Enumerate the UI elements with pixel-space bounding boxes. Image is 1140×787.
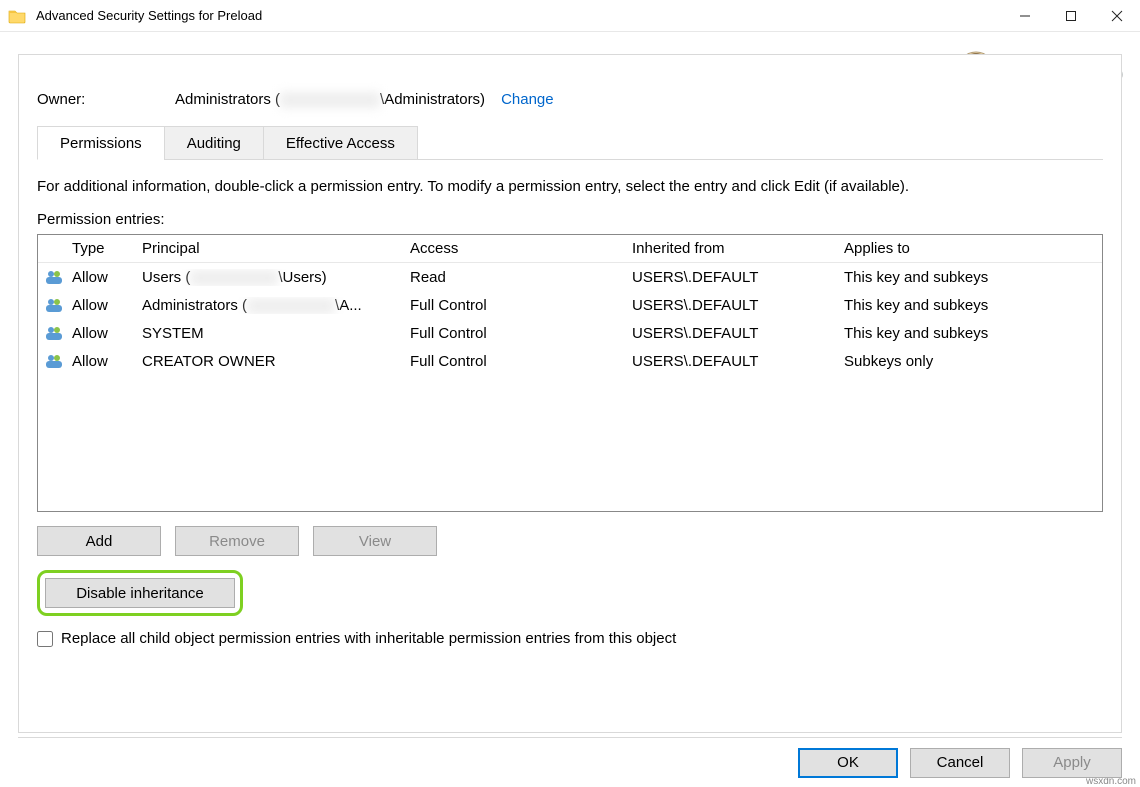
title-bar: Advanced Security Settings for Preload	[0, 0, 1140, 32]
tab-permissions[interactable]: Permissions	[37, 126, 165, 160]
redacted-text	[280, 92, 380, 108]
permission-entries-table[interactable]: Type Principal Access Inherited from App…	[37, 234, 1103, 512]
cancel-button[interactable]: Cancel	[910, 748, 1010, 778]
owner-value: Administrators (\Administrators)	[175, 91, 485, 108]
ok-button[interactable]: OK	[798, 748, 898, 778]
replace-child-entries-row: Replace all child object permission entr…	[37, 630, 1103, 647]
col-principal[interactable]: Principal	[142, 240, 410, 257]
minimize-button[interactable]	[1002, 0, 1048, 32]
close-button[interactable]	[1094, 0, 1140, 32]
window-title: Advanced Security Settings for Preload	[36, 8, 1002, 23]
remove-button[interactable]: Remove	[175, 526, 299, 556]
tab-auditing[interactable]: Auditing	[164, 126, 264, 160]
maximize-button[interactable]	[1048, 0, 1094, 32]
users-icon	[44, 268, 72, 286]
add-button[interactable]: Add	[37, 526, 161, 556]
replace-child-entries-label: Replace all child object permission entr…	[61, 630, 676, 647]
table-header: Type Principal Access Inherited from App…	[38, 235, 1102, 263]
highlight-box: Disable inheritance	[37, 570, 243, 616]
table-row[interactable]: Allow SYSTEM Full Control USERS\.DEFAULT…	[38, 319, 1102, 347]
table-row[interactable]: Allow CREATOR OWNER Full Control USERS\.…	[38, 347, 1102, 375]
permission-entries-label: Permission entries:	[37, 211, 1103, 228]
main-panel: Owner: Administrators (\Administrators) …	[18, 54, 1122, 733]
users-icon	[44, 296, 72, 314]
col-type[interactable]: Type	[72, 240, 142, 257]
replace-child-entries-checkbox[interactable]	[37, 631, 53, 647]
users-icon	[44, 352, 72, 370]
disable-inheritance-button[interactable]: Disable inheritance	[45, 578, 235, 608]
info-text: For additional information, double-click…	[37, 178, 1103, 195]
col-inherited[interactable]: Inherited from	[632, 240, 844, 257]
users-icon	[44, 324, 72, 342]
apply-button[interactable]: Apply	[1022, 748, 1122, 778]
redacted-text	[190, 270, 278, 286]
view-button[interactable]: View	[313, 526, 437, 556]
redacted-text	[247, 298, 335, 314]
col-access[interactable]: Access	[410, 240, 632, 257]
tabs-container: Permissions Auditing Effective Access	[37, 126, 1103, 160]
folder-icon	[8, 8, 26, 24]
owner-label: Owner:	[37, 91, 175, 108]
table-row[interactable]: Allow Users (\Users) Read USERS\.DEFAULT…	[38, 263, 1102, 291]
table-row[interactable]: Allow Administrators (\A... Full Control…	[38, 291, 1102, 319]
col-applies[interactable]: Applies to	[844, 240, 1102, 257]
entry-buttons-row: Add Remove View	[37, 526, 1103, 556]
owner-row: Owner: Administrators (\Administrators) …	[37, 91, 1103, 108]
tab-effective-access[interactable]: Effective Access	[263, 126, 418, 160]
change-owner-link[interactable]: Change	[501, 91, 554, 108]
dialog-footer: OK Cancel Apply	[18, 737, 1122, 779]
